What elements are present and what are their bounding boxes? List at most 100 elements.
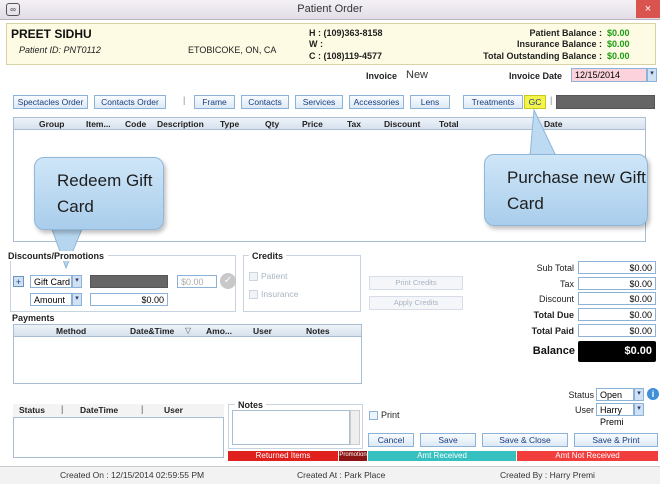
tab-gift-card[interactable]: GC [524,95,546,109]
save-and-close-button[interactable]: Save & Close [482,433,568,447]
col-price: Price [302,119,323,129]
user-label: User [574,405,594,415]
insurance-balance-label: Insurance Balance : [516,39,602,49]
tax-label: Tax [559,279,574,289]
gift-card-number-field[interactable] [556,95,655,109]
discount-value-field[interactable]: $0.00 [90,293,168,306]
close-button[interactable]: × [636,0,660,18]
col-total: Total [439,119,459,129]
cell-phone: C : (108)119-4577 [309,51,383,61]
tab-accessories[interactable]: Accessories [349,95,404,109]
patient-name: PREET SIDHU [11,27,92,41]
invoice-number: New [406,69,429,81]
divider: | [61,404,64,414]
info-icon[interactable]: i [647,388,659,400]
col-amount: Amo... [206,326,232,336]
discount-amount-field[interactable]: $0.00 [177,275,217,288]
col-method: Method [56,326,87,336]
col-type: Type [220,119,240,129]
total-due-value: $0.00 [578,308,656,321]
tab-spectacles-order[interactable]: Spectacles Order [13,95,88,109]
discount-type-select[interactable]: Gift Card [30,275,72,288]
credits-title: Credits [249,251,287,261]
created-on: Created On : 12/15/2014 02:59:55 PM [60,470,205,480]
col-description: Description [157,119,204,129]
tab-separator-2: | [550,95,553,105]
apply-credits-button[interactable]: Apply Credits [369,296,463,310]
save-button[interactable]: Save [420,433,476,447]
redeem-gift-card-callout: Redeem Gift Card [34,157,164,230]
col-discount: Discount [384,119,421,129]
created-by: Created By : Harry Premi [500,470,595,480]
tab-frame[interactable]: Frame [194,95,235,109]
notes-scrollbar[interactable] [350,410,360,445]
col-qty: Qty [265,119,280,129]
col-notes: Notes [306,326,330,336]
tab-services[interactable]: Services [295,95,343,109]
apply-check-icon[interactable]: ✓ [220,273,236,289]
sub-total-label: Sub Total [536,263,574,273]
tab-lens[interactable]: Lens [410,95,450,109]
discount-type-dropdown-icon[interactable]: ▾ [72,275,82,288]
status-bar: Created On : 12/15/2014 02:59:55 PM Crea… [0,466,660,484]
print-label: Print [381,410,400,420]
cancel-button[interactable]: Cancel [368,433,414,447]
total-outstanding-value: $0.00 [607,51,630,61]
discount-total-value: $0.00 [578,292,656,305]
title-bar: ∞ Patient Order × [0,0,660,20]
patient-credit-checkbox[interactable] [249,272,258,281]
col-datetime: Date&Time [130,326,175,336]
balance-value: $0.00 [578,341,656,362]
total-outstanding-label: Total Outstanding Balance : [483,51,602,61]
patient-balance-label: Patient Balance : [529,28,602,38]
invoice-date-label: Invoice Date [509,71,563,81]
print-checkbox[interactable] [369,411,378,420]
balance-label: Balance [532,345,575,357]
col-status: Status [19,405,45,415]
tab-contacts-order[interactable]: Contacts Order [94,95,166,109]
user-select[interactable]: Harry Premi [596,403,634,427]
invoice-date-field[interactable]: 12/15/2014 [571,68,647,82]
save-and-print-button[interactable]: Save & Print [574,433,658,447]
col-code: Code [125,119,147,129]
gift-card-code-field[interactable] [90,275,168,288]
total-paid-value: $0.00 [578,324,656,337]
insurance-credit-label: Insurance [261,289,299,299]
discount-total-label: Discount [538,294,574,304]
discount-mode-select[interactable]: Amount [30,293,72,306]
sort-icon[interactable]: ▽ [185,326,191,335]
invoice-label: Invoice [366,71,398,81]
col-item: Item... [86,119,111,129]
tab-separator: | [183,95,186,105]
print-credits-button[interactable]: Print Credits [369,276,463,290]
col-status-user: User [164,405,183,415]
legend-amt-received: Amt Received [368,451,516,461]
add-discount-button[interactable]: + [13,276,24,287]
payments-grid-header: Method Date&Time ▽ Amo... User Notes [13,324,362,337]
legend-promotion: Promotion [339,451,367,461]
purchase-callout-pointer [529,108,557,157]
status-dropdown-icon[interactable]: ▾ [634,388,644,401]
insurance-credit-checkbox[interactable] [249,290,258,299]
col-user: User [253,326,272,336]
col-tax: Tax [347,119,362,129]
status-label: Status [568,390,594,400]
sub-total-value: $0.00 [578,261,656,274]
window-title: Patient Order [297,3,363,15]
discount-mode-dropdown-icon[interactable]: ▾ [72,293,82,306]
payments-title: Payments [12,313,55,323]
status-select[interactable]: Open [596,388,634,401]
col-group: Group [39,119,65,129]
patient-location: ETOBICOKE, ON, CA [188,45,277,55]
legend-returned-items: Returned Items [228,451,338,461]
total-due-label: Total Due [533,310,574,320]
tab-contacts[interactable]: Contacts [241,95,289,109]
notes-textarea[interactable] [232,410,350,445]
calendar-dropdown-icon[interactable]: ▾ [647,68,657,82]
tax-value: $0.00 [578,277,656,290]
patient-id: Patient ID: PNT0112 [19,45,101,55]
user-dropdown-icon[interactable]: ▾ [634,403,644,416]
tab-treatments[interactable]: Treatments [463,95,523,109]
home-phone: H : (109)363-8158 [309,28,383,38]
col-status-datetime: DateTime [80,405,119,415]
